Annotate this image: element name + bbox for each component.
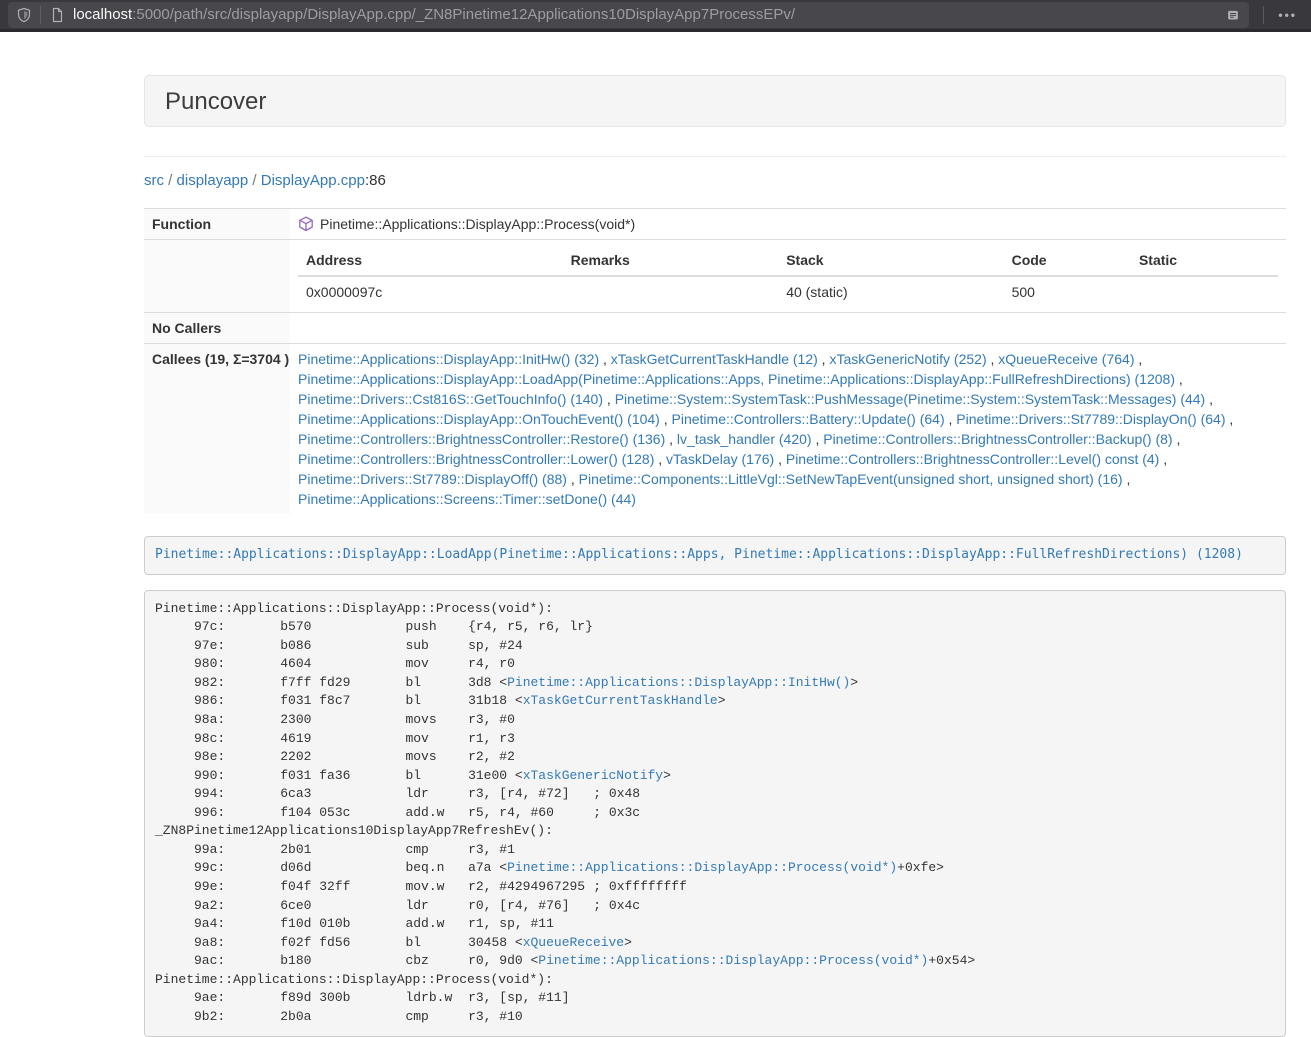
callees-cell: Pinetime::Applications::DisplayApp::Init…	[290, 344, 1286, 515]
col-remarks: Remarks	[563, 245, 779, 276]
address-value: 0x0000097c	[298, 276, 563, 307]
callee-link[interactable]: vTaskDelay (176)	[666, 451, 774, 467]
static-value	[1131, 276, 1278, 307]
callee-link[interactable]: Pinetime::Controllers::BrightnessControl…	[298, 451, 654, 467]
shield-icon[interactable]	[16, 7, 32, 23]
breadcrumb-link[interactable]: DisplayApp.cpp	[261, 172, 365, 189]
table-row: Address Remarks Stack Code Static 0x0000…	[144, 240, 1286, 313]
callee-link[interactable]: lv_task_handler (420)	[677, 431, 812, 447]
no-callers-cell	[290, 313, 1286, 344]
empty-label-cell	[144, 240, 290, 313]
callee-separator: ,	[1205, 391, 1213, 407]
reader-mode-icon[interactable]	[1225, 7, 1241, 23]
callee-separator: ,	[654, 451, 666, 467]
callee-link[interactable]: Pinetime::Drivers::Cst816S::GetTouchInfo…	[298, 391, 603, 407]
more-menu-icon[interactable]: •••	[1272, 4, 1303, 26]
header-divider	[144, 156, 1286, 157]
callee-link[interactable]: Pinetime::Applications::Screens::Timer::…	[298, 491, 636, 507]
main-content: Puncover src / displayapp / DisplayApp.c…	[144, 75, 1286, 1037]
callee-separator: ,	[1173, 431, 1181, 447]
callee-link[interactable]: Pinetime::Components::LittleVgl::SetNewT…	[579, 471, 1123, 487]
callee-separator: ,	[599, 351, 611, 367]
url-bar[interactable]: localhost:5000/path/src/displayapp/Displ…	[8, 2, 1249, 28]
callee-link[interactable]: xQueueReceive (764)	[998, 351, 1134, 367]
page-title: Puncover	[165, 89, 1265, 115]
function-label: Function	[144, 209, 290, 240]
callee-separator: ,	[1175, 371, 1183, 387]
breadcrumb-link[interactable]: src	[144, 172, 164, 189]
callees-label: Callees (19, Σ=3704 )	[144, 344, 290, 515]
breadcrumb-link[interactable]: displayapp	[177, 172, 249, 189]
selected-symbol-box: Pinetime::Applications::DisplayApp::Load…	[144, 536, 1286, 575]
function-table: Function Pinetime::Applications::Display…	[144, 208, 1286, 514]
no-callers-label: No Callers	[144, 313, 290, 344]
page-info-icon[interactable]	[49, 7, 65, 23]
callee-separator: ,	[945, 411, 957, 427]
toolbar-separator	[40, 6, 41, 24]
disassembly-code: Pinetime::Applications::DisplayApp::Proc…	[155, 601, 975, 1024]
asm-symbol-link[interactable]: xTaskGenericNotify	[523, 768, 663, 783]
code-value: 500	[1004, 276, 1131, 307]
table-row: Callees (19, Σ=3704 ) Pinetime::Applicat…	[144, 344, 1286, 515]
function-name-cell: Pinetime::Applications::DisplayApp::Proc…	[290, 209, 1286, 240]
stats-table: Address Remarks Stack Code Static 0x0000…	[298, 245, 1278, 307]
remarks-value	[563, 276, 779, 307]
callee-link[interactable]: Pinetime::Drivers::St7789::DisplayOff() …	[298, 471, 567, 487]
callee-separator: ,	[1159, 451, 1167, 467]
asm-symbol-link[interactable]: xTaskGetCurrentTaskHandle	[523, 693, 718, 708]
callee-link[interactable]: Pinetime::Controllers::Battery::Update()…	[672, 411, 945, 427]
callee-separator: ,	[1123, 471, 1131, 487]
symbol-cube-icon	[298, 216, 314, 232]
stats-cell: Address Remarks Stack Code Static 0x0000…	[290, 240, 1286, 313]
col-static: Static	[1131, 245, 1278, 276]
symbol-link[interactable]: Pinetime::Applications::DisplayApp::Load…	[155, 547, 1243, 562]
table-row: Function Pinetime::Applications::Display…	[144, 209, 1286, 240]
breadcrumb-line-number: :86	[365, 172, 386, 189]
toolbar-separator	[1263, 6, 1264, 24]
callee-link[interactable]: Pinetime::Applications::DisplayApp::Init…	[298, 351, 599, 367]
callee-separator: ,	[665, 431, 677, 447]
callee-separator: ,	[660, 411, 672, 427]
function-name: Pinetime::Applications::DisplayApp::Proc…	[320, 216, 635, 232]
breadcrumb-separator: /	[164, 172, 177, 189]
url-input[interactable]: localhost:5000/path/src/displayapp/Displ…	[73, 6, 1217, 23]
browser-toolbar: localhost:5000/path/src/displayapp/Displ…	[0, 0, 1311, 32]
app-header-panel: Puncover	[144, 75, 1286, 127]
callee-separator: ,	[603, 391, 615, 407]
col-address: Address	[298, 245, 563, 276]
callee-separator: ,	[567, 471, 579, 487]
col-stack: Stack	[778, 245, 1003, 276]
col-code: Code	[1004, 245, 1131, 276]
callee-separator: ,	[812, 431, 824, 447]
breadcrumb: src / displayapp / DisplayApp.cpp:86	[144, 170, 1286, 191]
asm-symbol-link[interactable]: Pinetime::Applications::DisplayApp::Proc…	[507, 860, 897, 875]
table-row: No Callers	[144, 313, 1286, 344]
callee-separator: ,	[1134, 351, 1142, 367]
asm-symbol-link[interactable]: xQueueReceive	[523, 935, 624, 950]
callee-link[interactable]: xTaskGetCurrentTaskHandle (12)	[611, 351, 818, 367]
callee-link[interactable]: Pinetime::Controllers::BrightnessControl…	[298, 431, 665, 447]
callee-link[interactable]: Pinetime::Controllers::BrightnessControl…	[823, 431, 1172, 447]
callee-separator: ,	[1226, 411, 1234, 427]
url-host: localhost	[73, 6, 132, 23]
asm-symbol-link[interactable]: Pinetime::Applications::DisplayApp::Init…	[507, 675, 850, 690]
callee-link[interactable]: Pinetime::Applications::DisplayApp::Load…	[298, 371, 1175, 387]
disassembly-box: Pinetime::Applications::DisplayApp::Proc…	[144, 590, 1286, 1037]
callee-separator: ,	[774, 451, 786, 467]
callee-link[interactable]: Pinetime::Applications::DisplayApp::OnTo…	[298, 411, 660, 427]
callee-separator: ,	[818, 351, 830, 367]
callee-link[interactable]: Pinetime::Controllers::BrightnessControl…	[786, 451, 1159, 467]
breadcrumb-separator: /	[248, 172, 261, 189]
callee-link[interactable]: Pinetime::Drivers::St7789::DisplayOn() (…	[956, 411, 1225, 427]
stack-value: 40 (static)	[778, 276, 1003, 307]
asm-symbol-link[interactable]: Pinetime::Applications::DisplayApp::Proc…	[538, 953, 928, 968]
stats-header-row: Address Remarks Stack Code Static	[298, 245, 1278, 276]
url-path: :5000/path/src/displayapp/DisplayApp.cpp…	[132, 6, 795, 23]
callee-link[interactable]: xTaskGenericNotify (252)	[829, 351, 986, 367]
stats-value-row: 0x0000097c 40 (static) 500	[298, 276, 1278, 307]
callee-separator: ,	[987, 351, 999, 367]
callee-link[interactable]: Pinetime::System::SystemTask::PushMessag…	[615, 391, 1206, 407]
